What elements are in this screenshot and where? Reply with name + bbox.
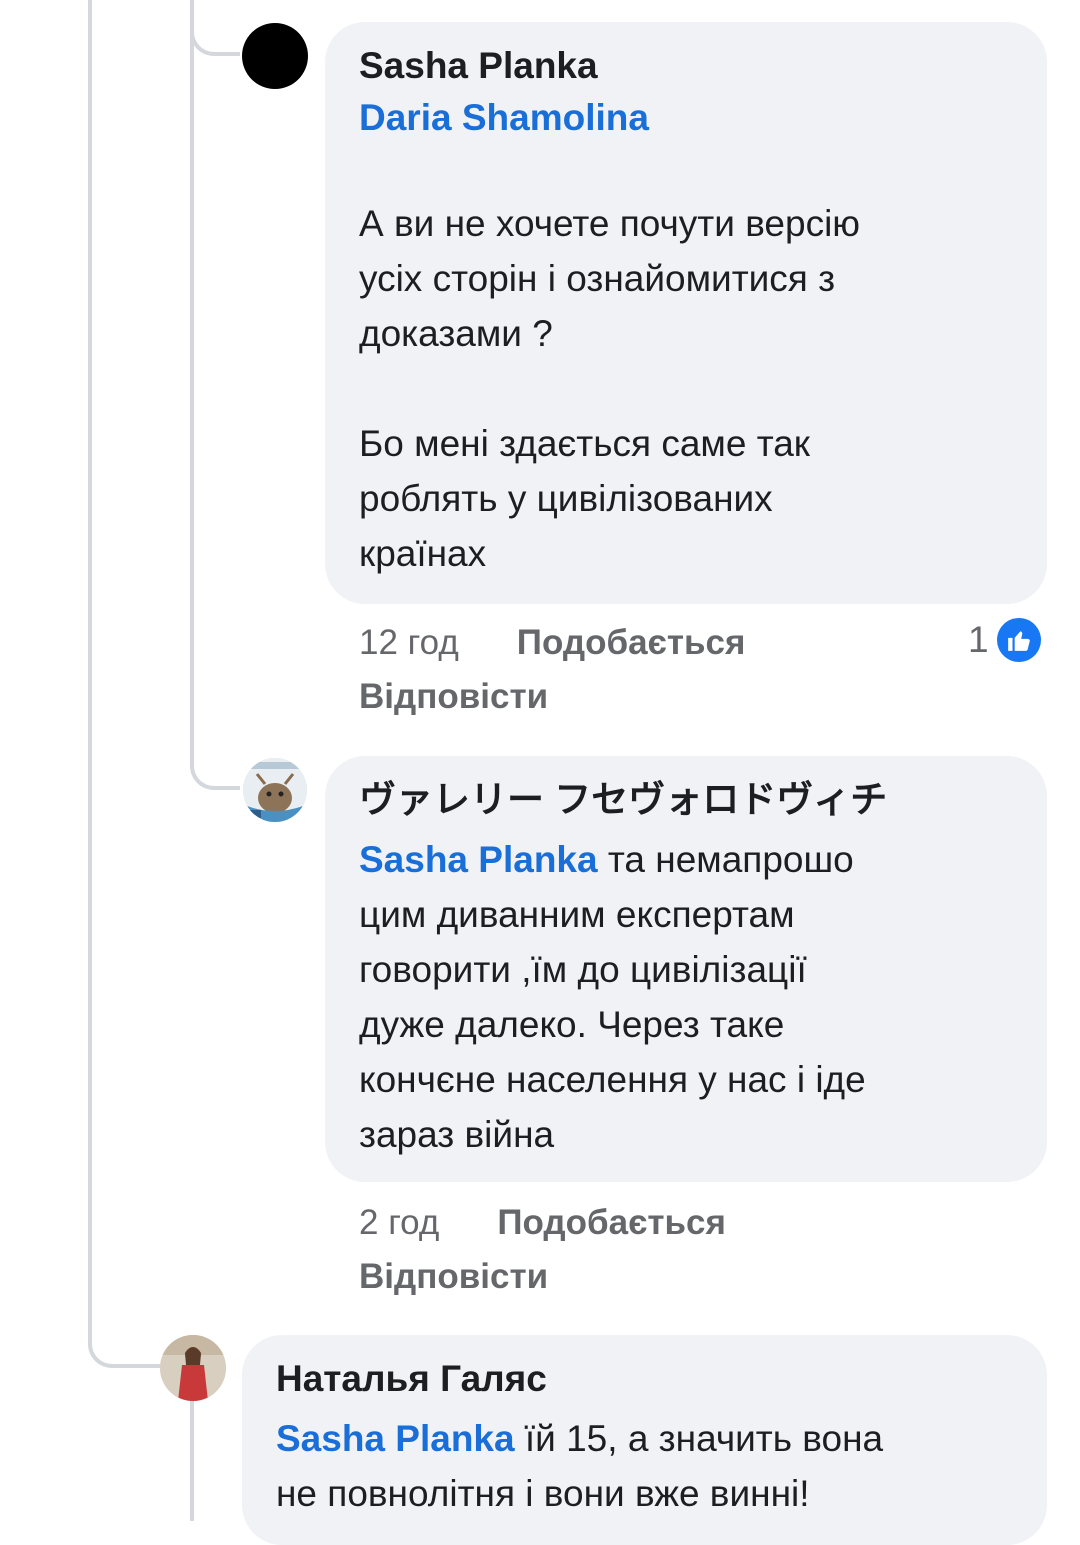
comment-text-paragraph-2: Бо мені здається саме так роблять у циві… [359, 423, 810, 574]
reply-button[interactable]: Відповісти [359, 670, 745, 724]
comment-actions-1: 12 год Подобається Відповісти [359, 616, 745, 724]
thread-connector-3 [88, 1300, 160, 1368]
comment-author[interactable]: Наталья Галяс [276, 1353, 1015, 1405]
avatar-natalya[interactable] [160, 1335, 226, 1401]
comment-author[interactable]: ヴァレリー フセヴォロドヴィチ [359, 774, 1015, 826]
comment-actions-2: 2 год Подобається Відповісти [359, 1196, 726, 1304]
comment-text: Sasha Planka їй 15, а значить вона [276, 1411, 1015, 1466]
comment-text-start: та немапрошо [597, 839, 854, 880]
reply-button[interactable]: Відповісти [359, 1250, 726, 1304]
comment-text-paragraph-1: А ви не хочете почути версію усіх сторін… [359, 203, 861, 354]
thread-line-outer [88, 0, 92, 1345]
mention-link[interactable]: Sasha Planka [359, 839, 598, 880]
comment-text-rest: не повнолітня і вони вже винні! [276, 1473, 810, 1514]
reaction-summary[interactable]: 1 [968, 618, 1041, 662]
comment-text-start: їй 15, а значить вона [514, 1418, 884, 1459]
avatar-valery[interactable] [243, 758, 307, 822]
comment-bubble-2: ヴァレリー フセヴォロドヴィチ Sasha Planka та немапрош… [325, 756, 1047, 1182]
comment-bubble-1: Sasha Planka Daria Shamolina А ви не хоч… [325, 22, 1047, 604]
like-button[interactable]: Подобається [517, 623, 746, 662]
comment-author[interactable]: Sasha Planka [359, 40, 1015, 92]
like-button[interactable]: Подобається [497, 1203, 726, 1242]
comment-time[interactable]: 2 год [359, 1203, 439, 1242]
mention-link[interactable]: Daria Shamolina [359, 92, 1015, 144]
thread-connector-1 [190, 0, 240, 56]
comment-text: Sasha Planka та немапрошо [359, 832, 1015, 887]
comment-bubble-3: Наталья Галяс Sasha Planka їй 15, а знач… [242, 1335, 1047, 1545]
thumbs-up-icon [996, 618, 1041, 662]
reaction-count: 1 [968, 619, 989, 660]
comment-time[interactable]: 12 год [359, 623, 459, 662]
thread-connector-2 [190, 720, 240, 790]
avatar-sasha-planka[interactable] [242, 23, 308, 89]
comment-text-rest: цим диванним експертам говорити ,їм до ц… [359, 894, 866, 1155]
mention-link[interactable]: Sasha Planka [276, 1418, 515, 1459]
thread-line-reply-3 [190, 1400, 194, 1521]
thread-line-inner [190, 0, 194, 740]
